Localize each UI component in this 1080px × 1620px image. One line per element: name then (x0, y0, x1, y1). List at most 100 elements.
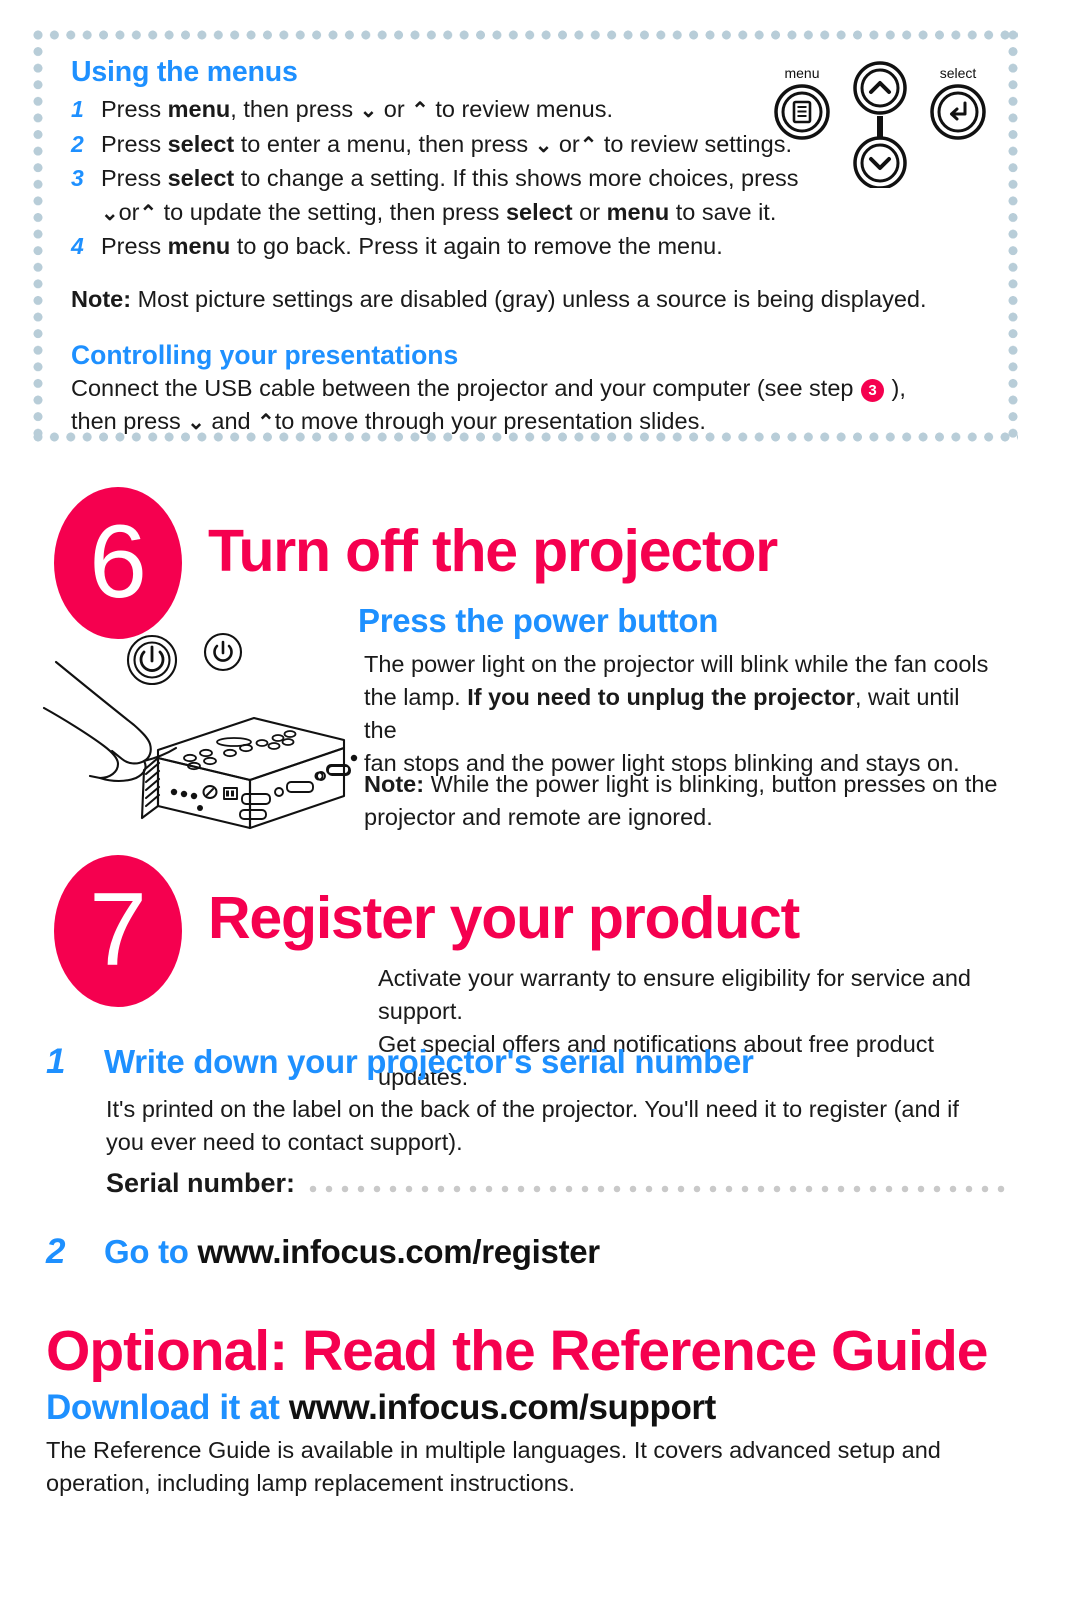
download-label: Download it at (46, 1388, 289, 1427)
controlling-line2-mid: and (204, 407, 258, 434)
controlling-line2-pre: then press (71, 407, 188, 434)
panel-dotted-border-top (33, 30, 1018, 40)
menu-step-3-number: 3 (71, 165, 84, 191)
step3-mid: to change a setting. If this shows more … (234, 165, 799, 191)
serial-number-label: Serial number: (106, 1168, 296, 1198)
chevron-up-icon: ⌃ (579, 133, 598, 157)
using-the-menus-panel: Using the menus 1 Press menu, then press… (33, 30, 1018, 442)
menu-step-2-text: Press select to enter a menu, then press… (101, 128, 984, 163)
power-note-line2: projector and remote are ignored. (364, 804, 713, 830)
optional-reference-guide-title: Optional: Read the Reference Guide (46, 1319, 989, 1383)
hand-thumb (42, 706, 120, 780)
step1-post: to review menus. (428, 96, 613, 122)
menu-steps-list: 1 Press menu, then press ⌄ or ⌃ to revie… (71, 93, 984, 264)
step2-mid2: or (552, 130, 580, 157)
press-power-button-subtitle: Press the power button (358, 602, 719, 639)
section-6-title: Turn off the projector (208, 518, 778, 584)
register-intro-line1: Activate your warranty to ensure eligibi… (378, 965, 971, 1024)
step-badge-7: 7 (54, 855, 182, 1007)
step1-bold-menu: menu (167, 96, 231, 122)
controlling-line-1: Connect the USB cable between the projec… (71, 372, 984, 405)
power-note: Note: While the power light is blinking,… (364, 768, 1004, 834)
projector-side-face (248, 746, 346, 830)
register-step-2-heading: Go to www.infocus.com/register (104, 1233, 600, 1271)
menu-note-text: Most picture settings are disabled (gray… (131, 285, 927, 312)
chevron-down-icon: ⌄ (534, 133, 553, 157)
register-step1-body-line2: you ever need to contact support). (106, 1129, 463, 1155)
step4-pre: Press (101, 233, 168, 259)
step3-or: or (118, 198, 140, 225)
panel-dotted-border-right (1008, 30, 1018, 442)
step2-mid: to enter a menu, then press (234, 130, 535, 157)
register-step1-body-line1: It's printed on the label on the back of… (106, 1096, 959, 1122)
power-para-line1: The power light on the projector will bl… (364, 651, 989, 677)
step3-bold-select: select (167, 165, 235, 191)
chevron-up-icon: ⌃ (257, 410, 275, 434)
menu-step-4: 4 Press menu to go back. Press it again … (71, 230, 984, 264)
projector-power-illustration (38, 622, 358, 837)
optional-body-line1: The Reference Guide is available in mult… (46, 1437, 941, 1463)
optional-body-paragraph: The Reference Guide is available in mult… (46, 1434, 986, 1500)
chevron-down-icon: ⌄ (359, 99, 378, 122)
menu-step-1-text: Press menu, then press ⌄ or ⌃ to review … (101, 93, 984, 128)
chevron-up-icon: ⌃ (139, 201, 158, 225)
step4-bold-menu: menu (167, 233, 231, 259)
controlling-presentations-heading: Controlling your presentations (71, 339, 459, 370)
register-step-1-number: 1 (46, 1042, 66, 1081)
step3-cont-post: to save it. (669, 198, 777, 225)
register-step2-goto-label: Go to (104, 1233, 198, 1270)
step3-bold-menu: menu (606, 198, 670, 225)
power-para-line2-pre: the lamp. (364, 684, 468, 710)
menu-note-label: Note: (71, 285, 132, 312)
controlling-line1-pre: Connect the USB cable between the projec… (71, 374, 861, 401)
step1-pre: Press (101, 96, 168, 122)
menu-step-1: 1 Press menu, then press ⌄ or ⌃ to revie… (71, 93, 984, 128)
controlling-line2-post: to move through your presentation slides… (274, 407, 706, 434)
menu-note: Note: Most picture settings are disabled… (71, 283, 984, 316)
chevron-down-icon: ⌄ (187, 410, 205, 434)
step3-bold-select-2: select (505, 198, 573, 225)
serial-number-write-in-line[interactable] (309, 1184, 1006, 1194)
step3-pre: Press (101, 165, 168, 191)
register-url[interactable]: www.infocus.com/register (198, 1233, 601, 1270)
power-paragraph: The power light on the projector will bl… (364, 648, 994, 780)
step2-post: to review settings. (597, 130, 792, 157)
menu-step-4-number: 4 (71, 233, 84, 259)
menu-step-2: 2 Press select to enter a menu, then pre… (71, 128, 984, 163)
step4-mid: to go back. Press it again to remove the… (230, 233, 723, 259)
step2-bold-select: select (167, 130, 235, 157)
support-url[interactable]: www.infocus.com/support (289, 1388, 716, 1427)
menu-step-3-text: Press select to change a setting. If thi… (101, 162, 984, 196)
download-line: Download it at www.infocus.com/support (46, 1388, 716, 1428)
chevron-up-icon: ⌃ (411, 99, 429, 122)
power-para-bold: If you need to unplug the projector (467, 684, 855, 710)
controlling-line-2: then press ⌄ and ⌃to move through your p… (71, 405, 984, 439)
step-badge-6: 6 (54, 487, 182, 639)
controlling-line1-post: ), (885, 374, 906, 401)
register-step-1-body: It's printed on the label on the back of… (106, 1093, 1006, 1159)
projector-illustration-svg (42, 632, 358, 830)
inline-step-badge-3: 3 (861, 378, 885, 402)
power-note-line1: While the power light is blinking, butto… (424, 771, 998, 797)
step3-cont-mid: to update the setting, then press (157, 198, 506, 225)
step1-mid: , then press (230, 96, 360, 122)
menu-step-3-continuation: ⌄or⌃ to update the setting, then press s… (71, 196, 984, 231)
controlling-presentations-body: Connect the USB cable between the projec… (71, 372, 984, 439)
menu-step-2-number: 2 (71, 130, 84, 157)
projector-front-indicators (170, 788, 203, 811)
register-step-2: 2 Go to www.infocus.com/register (46, 1232, 600, 1272)
chevron-down-icon: ⌄ (101, 201, 119, 225)
optional-body-line2: operation, including lamp replacement in… (46, 1470, 576, 1496)
step3-cont-mid2: or (572, 198, 607, 225)
panel-dotted-border-left (33, 30, 43, 442)
register-step-1-heading: Write down your projector's serial numbe… (104, 1043, 754, 1080)
serial-number-field[interactable]: Serial number: (106, 1168, 1006, 1199)
step2-pre: Press (101, 130, 168, 157)
power-note-label: Note: (364, 771, 425, 797)
menu-step-4-text: Press menu to go back. Press it again to… (101, 230, 984, 264)
register-step-2-number: 2 (46, 1232, 66, 1271)
step1-mid2: or (377, 96, 412, 122)
menu-step-1-number: 1 (71, 96, 84, 122)
menu-step-3: 3 Press select to change a setting. If t… (71, 162, 984, 196)
register-step-1: 1 Write down your projector's serial num… (46, 1042, 754, 1082)
